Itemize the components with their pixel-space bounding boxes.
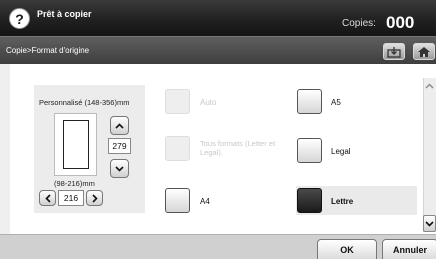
chevron-up-icon	[425, 83, 434, 89]
question-icon: ?	[15, 10, 24, 27]
copies-label: Copies:	[342, 18, 376, 29]
import-icon	[387, 46, 401, 58]
size-a4-label: A4	[200, 197, 210, 206]
chevron-right-icon	[91, 193, 98, 203]
size-auto-label: Auto	[200, 98, 217, 107]
size-all-formats-button[interactable]	[165, 136, 190, 161]
content-area: Personnalisé (148-356)mm 279 (98-216)mm …	[0, 64, 436, 234]
status-text: Prêt à copier	[37, 9, 92, 19]
home-button[interactable]	[413, 43, 435, 60]
paper-icon	[63, 120, 89, 169]
width-decrease-button[interactable]	[39, 190, 56, 206]
cancel-button[interactable]: Annuler	[382, 239, 436, 259]
size-auto-button[interactable]	[165, 89, 190, 114]
size-all-formats-label: Tous formats (Letter et Legal).	[200, 139, 276, 157]
scroll-up-button[interactable]	[423, 78, 436, 94]
size-a5-button[interactable]	[297, 89, 322, 114]
custom-size-label: Personnalisé (148-356)mm	[39, 98, 130, 107]
chevron-left-icon	[44, 193, 51, 203]
size-a5-label: A5	[331, 98, 341, 107]
width-range-label: (98-216)mm	[54, 179, 95, 188]
height-down-button[interactable]	[110, 159, 129, 178]
copies-count: 000	[386, 13, 415, 32]
chevron-down-icon	[115, 165, 124, 172]
width-value[interactable]: 216	[58, 190, 84, 206]
scrollbar[interactable]	[423, 78, 436, 232]
help-button[interactable]: ?	[9, 8, 30, 29]
breadcrumb: Copie>Format d'origine	[6, 46, 90, 55]
size-legal-button[interactable]	[297, 138, 322, 163]
import-button[interactable]	[383, 43, 405, 60]
chevron-up-icon	[115, 122, 124, 129]
custom-size-panel: Personnalisé (148-356)mm 279 (98-216)mm …	[34, 85, 145, 213]
size-legal-label: Legal	[331, 147, 351, 156]
home-icon	[418, 46, 430, 57]
ok-button[interactable]: OK	[317, 239, 377, 259]
breadcrumb-bar: Copie>Format d'origine	[0, 36, 436, 64]
height-value[interactable]: 279	[108, 138, 131, 154]
height-up-button[interactable]	[110, 116, 129, 135]
size-a4-button[interactable]	[165, 188, 190, 213]
footer-bar: OK Annuler	[0, 234, 436, 259]
paper-preview	[54, 113, 97, 176]
width-increase-button[interactable]	[86, 190, 103, 206]
scroll-down-button[interactable]	[423, 215, 436, 232]
size-letter-button[interactable]	[297, 188, 322, 213]
chevron-down-icon	[425, 220, 434, 227]
status-bar: ? Prêt à copier Copies: 000	[0, 0, 436, 36]
size-letter-label: Lettre	[331, 197, 354, 206]
